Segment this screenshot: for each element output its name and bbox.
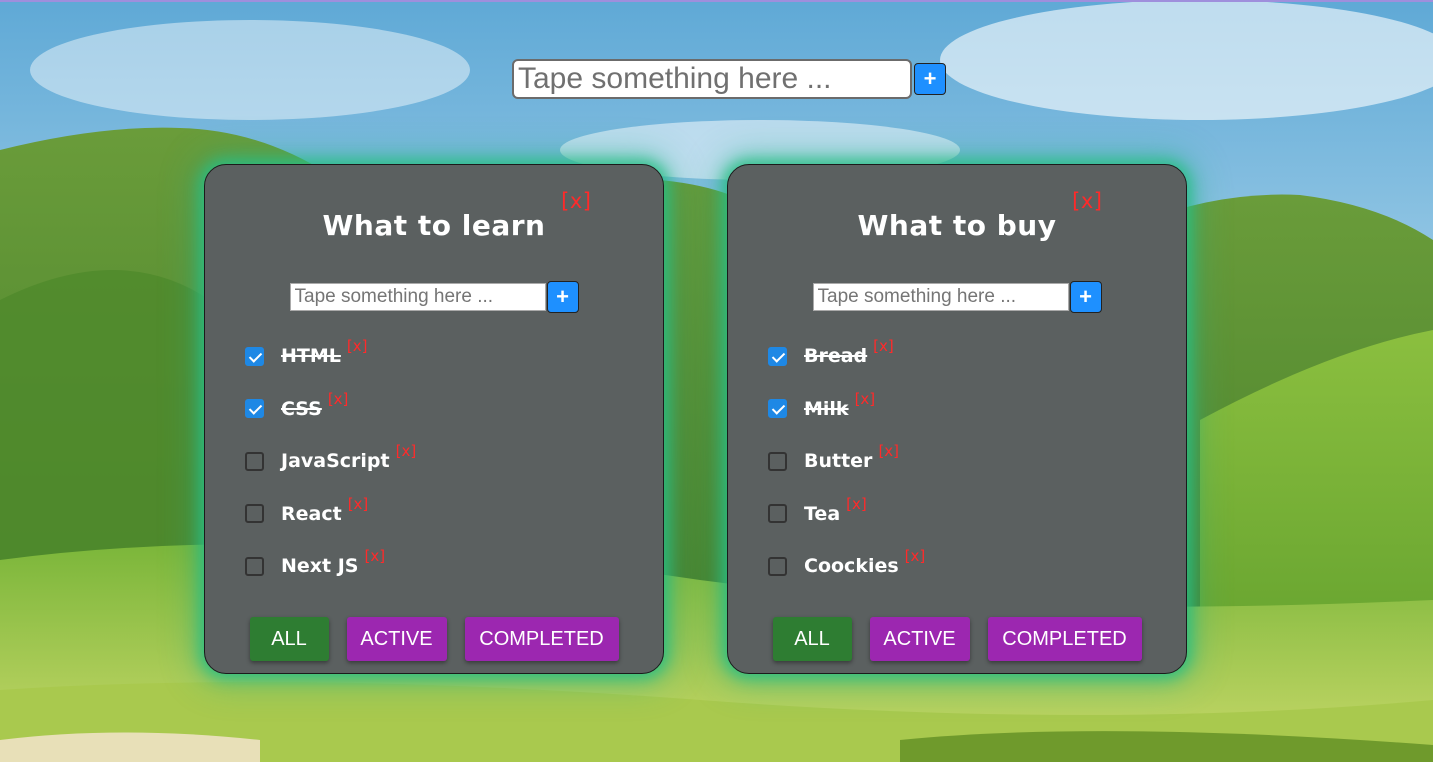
task-checkbox[interactable] — [768, 504, 787, 523]
filter-active-button[interactable]: ACTIVE — [869, 617, 970, 661]
task-item: Coockies [x] — [768, 547, 925, 579]
task-label: Butter — [804, 450, 873, 472]
add-list-button[interactable]: + — [914, 63, 946, 95]
card-title-text: What to learn — [322, 209, 546, 242]
add-task-input[interactable] — [289, 283, 546, 311]
delete-list-button[interactable]: [x] — [1072, 189, 1102, 213]
task-item: Tea [x] — [768, 495, 925, 527]
delete-task-button[interactable]: [x] — [348, 495, 369, 513]
delete-list-button[interactable]: [x] — [561, 189, 591, 213]
add-task-input[interactable] — [812, 283, 1069, 311]
task-label: Milk — [804, 397, 849, 420]
task-checkbox[interactable] — [245, 399, 264, 418]
todolist-card-buy: What to buy [x] + Bread [x] Milk [x] But… — [727, 164, 1187, 674]
task-checkbox[interactable] — [768, 346, 787, 366]
delete-task-button[interactable]: [x] — [873, 337, 894, 355]
new-list-input[interactable] — [512, 59, 912, 99]
filter-active-button[interactable]: ACTIVE — [346, 617, 447, 661]
delete-task-button[interactable]: [x] — [328, 390, 349, 408]
add-task-button[interactable]: + — [546, 281, 579, 313]
task-item: React [x] — [245, 495, 416, 527]
filter-all-button[interactable]: ALL — [249, 617, 329, 661]
task-label: CSS — [281, 397, 322, 420]
task-checkbox[interactable] — [245, 346, 264, 366]
delete-task-button[interactable]: [x] — [855, 390, 876, 408]
add-task-form: + — [728, 281, 1186, 313]
delete-task-button[interactable]: [x] — [878, 442, 899, 460]
task-checkbox[interactable] — [768, 399, 787, 418]
task-checkbox[interactable] — [768, 556, 787, 576]
task-item: Bread [x] — [768, 337, 925, 369]
task-label: Next JS — [281, 555, 359, 577]
task-item: Next JS [x] — [245, 547, 416, 579]
delete-task-button[interactable]: [x] — [846, 495, 867, 513]
todolist-card-learn: What to learn [x] + HTML [x] CSS [x] Jav… — [204, 164, 664, 674]
add-task-form: + — [205, 281, 663, 313]
task-item: HTML [x] — [245, 337, 416, 369]
task-item: Milk [x] — [768, 390, 925, 422]
task-list: Bread [x] Milk [x] Butter [x] Tea [x] Co… — [768, 337, 925, 606]
add-task-button[interactable]: + — [1069, 281, 1102, 313]
task-checkbox[interactable] — [245, 556, 264, 576]
top-border — [0, 0, 1433, 2]
task-label: HTML — [281, 345, 341, 367]
task-list: HTML [x] CSS [x] JavaScript [x] React [x… — [245, 337, 416, 606]
task-checkbox[interactable] — [768, 451, 787, 471]
task-label: React — [281, 502, 342, 525]
task-checkbox[interactable] — [245, 504, 264, 523]
task-label: Coockies — [804, 555, 899, 577]
new-list-form: + — [512, 59, 946, 99]
task-item: CSS [x] — [245, 390, 416, 422]
task-item: Butter [x] — [768, 442, 925, 474]
card-title-text: What to buy — [857, 209, 1057, 242]
filter-buttons: ALL ACTIVE COMPLETED — [205, 617, 663, 661]
filter-completed-button[interactable]: COMPLETED — [464, 617, 619, 661]
delete-task-button[interactable]: [x] — [905, 547, 926, 565]
task-checkbox[interactable] — [245, 451, 264, 471]
task-label: Bread — [804, 345, 868, 367]
task-item: JavaScript [x] — [245, 442, 416, 474]
task-label: Tea — [804, 502, 841, 525]
filter-buttons: ALL ACTIVE COMPLETED — [728, 617, 1186, 661]
card-title: What to learn [x] — [205, 189, 663, 242]
filter-all-button[interactable]: ALL — [772, 617, 852, 661]
card-title: What to buy [x] — [728, 189, 1186, 242]
delete-task-button[interactable]: [x] — [396, 442, 417, 460]
filter-completed-button[interactable]: COMPLETED — [987, 617, 1142, 661]
delete-task-button[interactable]: [x] — [347, 337, 368, 355]
task-label: JavaScript — [281, 450, 390, 472]
delete-task-button[interactable]: [x] — [365, 547, 386, 565]
